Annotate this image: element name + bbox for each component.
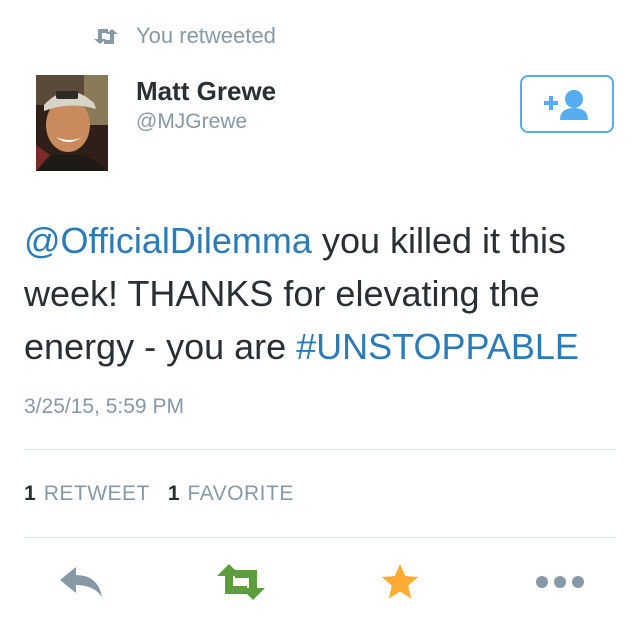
more-button[interactable] [534,558,586,606]
divider [24,537,616,538]
tweet-stats: 1 RETWEET 1 FAVORITE [24,482,312,506]
retweet-context: You retweeted [92,22,276,50]
reply-icon [60,567,102,597]
more-icon [536,576,584,588]
retweet-icon [217,564,265,600]
tweet-text: @OfficialDilemma you killed it this week… [24,214,624,373]
avatar-photo [36,75,108,171]
timestamp: 3/25/15, 5:59 PM [24,395,184,418]
favorite-button[interactable] [378,558,422,606]
mention-link[interactable]: @OfficialDilemma [24,220,312,261]
reply-button[interactable] [54,558,110,606]
retweet-icon [94,29,118,44]
favorite-count[interactable]: 1 [168,482,180,506]
retweet-count-label[interactable]: RETWEET [44,482,150,506]
favorite-count-label[interactable]: FAVORITE [188,482,294,506]
author-name[interactable]: Matt Grewe [136,76,276,107]
hashtag-link[interactable]: #UNSTOPPABLE [296,326,579,367]
follow-button[interactable] [520,75,614,133]
retweet-button[interactable] [212,558,270,606]
avatar[interactable] [36,75,108,171]
retweet-context-label: You retweeted [136,23,276,48]
add-user-icon [544,90,588,120]
star-icon [382,564,418,599]
author-handle[interactable]: @MJGrewe [136,110,247,134]
divider [24,449,616,450]
retweet-count[interactable]: 1 [24,482,36,506]
